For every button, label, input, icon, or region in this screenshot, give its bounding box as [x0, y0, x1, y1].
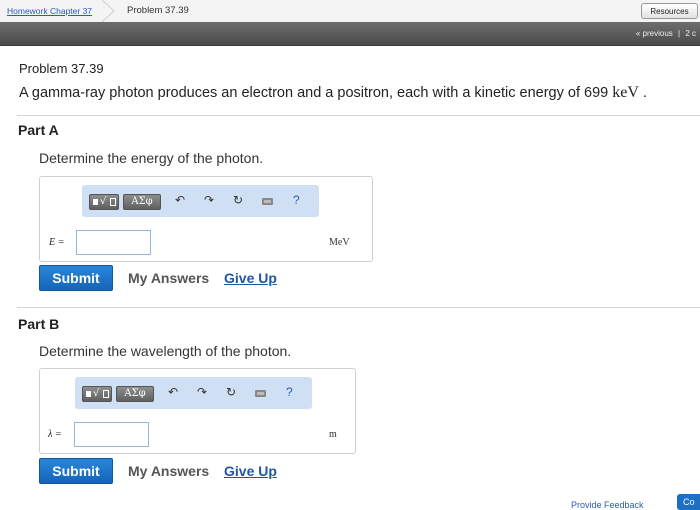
keyboard-icon[interactable]	[262, 198, 273, 205]
greek-symbols-button[interactable]: ΑΣφ	[123, 194, 161, 210]
help-button[interactable]: ?	[293, 193, 300, 207]
continue-button[interactable]: Co	[677, 494, 700, 510]
help-button[interactable]: ?	[286, 385, 293, 399]
template-square-icon	[93, 199, 98, 205]
template-box-icon	[103, 390, 109, 398]
provide-feedback-link[interactable]: Provide Feedback	[571, 500, 644, 510]
part-a-question: Determine the energy of the photon.	[39, 150, 264, 166]
templates-button[interactable]: √	[82, 386, 112, 402]
part-a-variable-label: E =	[49, 237, 65, 248]
resources-button[interactable]: Resources	[641, 3, 698, 19]
part-a-submit-button[interactable]: Submit	[39, 265, 113, 291]
greek-symbols-button[interactable]: ΑΣφ	[116, 386, 154, 402]
radical-icon: √	[100, 196, 107, 207]
divider	[17, 115, 700, 116]
problem-title: Problem 37.39	[19, 61, 104, 76]
breadcrumb-bar: Homework Chapter 37 Problem 37.39 Resour…	[0, 0, 700, 23]
templates-button[interactable]: √	[89, 194, 119, 210]
part-b-heading: Part B	[18, 316, 60, 332]
undo-icon[interactable]: ↶	[168, 385, 178, 399]
part-b-variable-label: λ =	[48, 429, 62, 440]
part-a-equation-toolbar: √ ΑΣφ ↶ ↷ ↻ ?	[82, 185, 319, 217]
part-a-unit-label: MeV	[329, 237, 350, 248]
problem-text: A gamma-ray photon produces an electron …	[19, 85, 613, 101]
redo-icon[interactable]: ↷	[197, 385, 207, 399]
template-box-icon	[110, 198, 116, 206]
reset-icon[interactable]: ↻	[226, 385, 236, 399]
breadcrumb-assignment-link[interactable]: Homework Chapter 37	[7, 6, 92, 16]
part-b-submit-button[interactable]: Submit	[39, 458, 113, 484]
radical-icon: √	[93, 388, 100, 399]
problem-end: .	[638, 85, 647, 101]
part-b-unit-label: m	[329, 429, 337, 440]
part-a-answer-input[interactable]	[76, 230, 151, 255]
keyboard-icon[interactable]	[255, 390, 266, 397]
breadcrumb-problem: Problem 37.39	[127, 5, 189, 16]
part-a-give-up-link[interactable]: Give Up	[224, 270, 277, 286]
undo-icon[interactable]: ↶	[175, 193, 185, 207]
next-link[interactable]: 2 c	[685, 29, 696, 38]
problem-unit: keV	[612, 84, 639, 101]
part-b-question: Determine the wavelength of the photon.	[39, 343, 292, 359]
part-b-equation-toolbar: √ ΑΣφ ↶ ↷ ↻ ?	[75, 377, 312, 409]
part-b-my-answers-link[interactable]: My Answers	[128, 463, 209, 479]
part-b-answer-input[interactable]	[74, 422, 149, 447]
navigation-bar: « previous | 2 c	[0, 22, 700, 46]
part-a-heading: Part A	[18, 122, 59, 138]
part-a-my-answers-link[interactable]: My Answers	[128, 270, 209, 286]
part-b-answer-box: √ ΑΣφ ↶ ↷ ↻ ? λ = m	[39, 368, 356, 454]
part-b-give-up-link[interactable]: Give Up	[224, 463, 277, 479]
nav-separator: |	[678, 29, 681, 38]
part-a-answer-box: √ ΑΣφ ↶ ↷ ↻ ? E = MeV	[39, 176, 373, 262]
reset-icon[interactable]: ↻	[233, 193, 243, 207]
divider	[17, 307, 700, 308]
problem-description: A gamma-ray photon produces an electron …	[19, 84, 647, 102]
previous-link[interactable]: « previous	[636, 29, 673, 38]
template-square-icon	[86, 391, 91, 397]
problem-navigation: « previous | 2 c	[636, 29, 696, 38]
redo-icon[interactable]: ↷	[204, 193, 214, 207]
breadcrumb-chevron-icon	[101, 0, 115, 22]
